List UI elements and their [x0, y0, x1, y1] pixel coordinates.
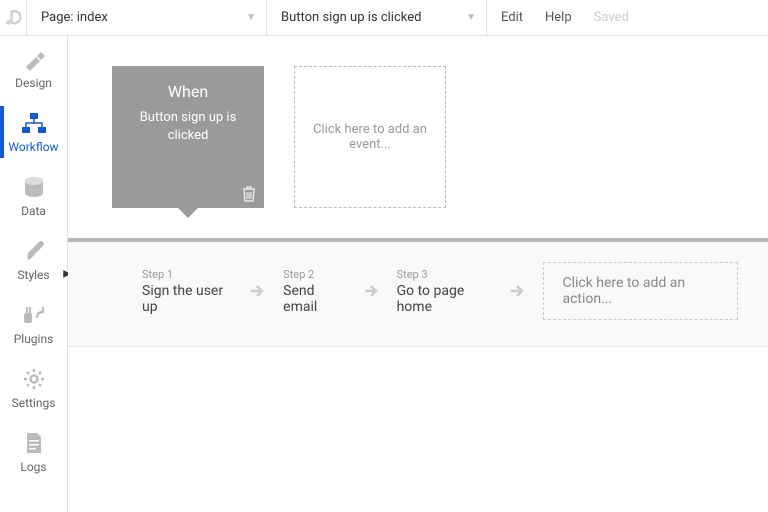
styles-icon	[21, 238, 47, 264]
sidebar-item-label: Data	[21, 204, 46, 218]
event-pointer	[178, 208, 198, 218]
sidebar-item-logs[interactable]: Logs	[0, 420, 67, 484]
step-3[interactable]: Step 3 Go to page home	[397, 268, 492, 315]
chevron-down-icon: ▼	[466, 12, 476, 23]
sidebar-item-workflow[interactable]: Workflow	[0, 100, 67, 164]
sidebar-item-label: Settings	[12, 396, 56, 410]
help-link[interactable]: Help	[545, 10, 572, 25]
sidebar-item-design[interactable]: Design	[0, 36, 67, 100]
step-title: Sign the user up	[142, 283, 231, 315]
step-1[interactable]: Step 1 Sign the user up	[142, 268, 231, 315]
logs-icon	[21, 430, 47, 456]
events-row: When Button sign up is clicked Click her…	[112, 66, 768, 208]
chevron-down-icon: ▼	[246, 12, 256, 23]
sidebar-item-label: Styles	[17, 268, 49, 282]
steps-bar: Step 1 Sign the user up Step 2 Send emai…	[68, 238, 768, 347]
step-label: Step 1	[142, 268, 231, 281]
add-event-label: Click here to add an event...	[305, 122, 435, 152]
sidebar-item-settings[interactable]: Settings	[0, 356, 67, 420]
add-event-card[interactable]: Click here to add an event...	[294, 66, 446, 208]
step-label: Step 3	[397, 268, 492, 281]
topbar: Page: index ▼ Button sign up is clicked …	[0, 0, 768, 36]
sidebar-item-data[interactable]: Data	[0, 164, 67, 228]
arrow-icon	[509, 283, 525, 299]
step-title: Send email	[283, 283, 344, 315]
step-label: Step 2	[283, 268, 344, 281]
workflow-canvas: When Button sign up is clicked Click her…	[68, 36, 768, 512]
gear-icon	[21, 366, 47, 392]
add-action-button[interactable]: Click here to add an action...	[543, 262, 738, 320]
step-title: Go to page home	[397, 283, 492, 315]
event-when-label: When	[168, 82, 208, 101]
app-logo[interactable]	[0, 0, 27, 35]
page-dropdown[interactable]: Page: index ▼	[27, 0, 267, 35]
sidebar-item-label: Workflow	[8, 140, 58, 154]
topbar-links: Edit Help Saved	[487, 0, 643, 35]
workflow-icon	[21, 110, 47, 136]
plugins-icon	[21, 302, 47, 328]
saved-status: Saved	[594, 10, 629, 25]
sidebar-item-plugins[interactable]: Plugins	[0, 292, 67, 356]
main: Design Workflow Data Styles Plugins Sett…	[0, 36, 768, 512]
add-action-label: Click here to add an action...	[562, 275, 685, 307]
sidebar-item-label: Plugins	[14, 332, 54, 346]
page-dropdown-label: Page: index	[41, 10, 108, 25]
arrow-icon	[363, 283, 379, 299]
step-2[interactable]: Step 2 Send email	[283, 268, 344, 315]
event-dropdown[interactable]: Button sign up is clicked ▼	[267, 0, 487, 35]
edit-link[interactable]: Edit	[501, 10, 523, 25]
sidebar-item-label: Logs	[20, 460, 46, 474]
sidebar: Design Workflow Data Styles Plugins Sett…	[0, 36, 68, 512]
sidebar-item-styles[interactable]: Styles	[0, 228, 67, 292]
event-dropdown-label: Button sign up is clicked	[281, 10, 421, 25]
arrow-icon	[249, 283, 265, 299]
data-icon	[21, 174, 47, 200]
sidebar-item-label: Design	[15, 76, 52, 90]
event-card-selected[interactable]: When Button sign up is clicked	[112, 66, 264, 208]
trash-icon[interactable]	[242, 186, 256, 202]
design-icon	[21, 46, 47, 72]
event-description: Button sign up is clicked	[122, 109, 254, 145]
